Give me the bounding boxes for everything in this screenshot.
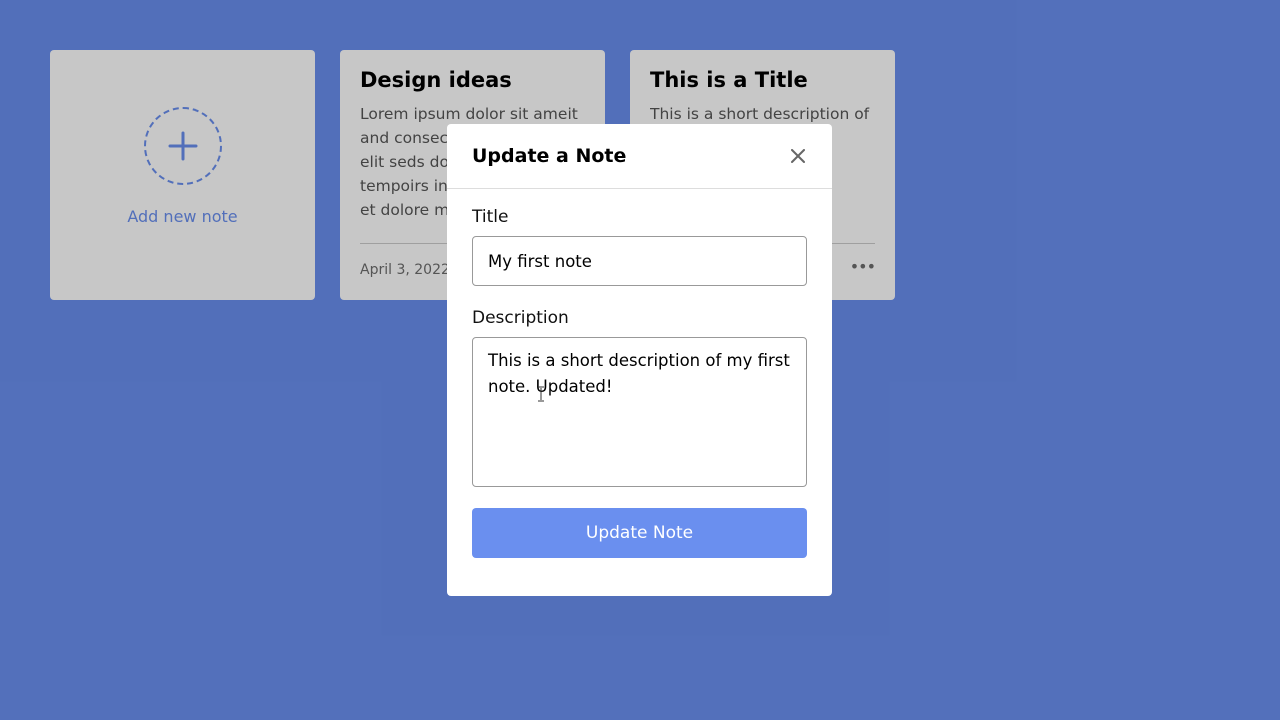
description-label: Description — [472, 308, 569, 328]
close-icon[interactable] — [789, 147, 807, 165]
description-textarea[interactable]: This is a short description of my first … — [472, 337, 807, 487]
update-note-dialog: Update a Note Title My first note Descri… — [447, 124, 832, 596]
title-label: Title — [472, 207, 509, 227]
update-note-button[interactable]: Update Note — [472, 508, 807, 558]
dialog-title: Update a Note — [472, 145, 627, 167]
title-input[interactable]: My first note — [472, 236, 807, 286]
note-form: Title My first note Description This is … — [447, 189, 832, 558]
text-cursor-icon — [538, 386, 544, 402]
dialog-header: Update a Note — [447, 124, 832, 189]
